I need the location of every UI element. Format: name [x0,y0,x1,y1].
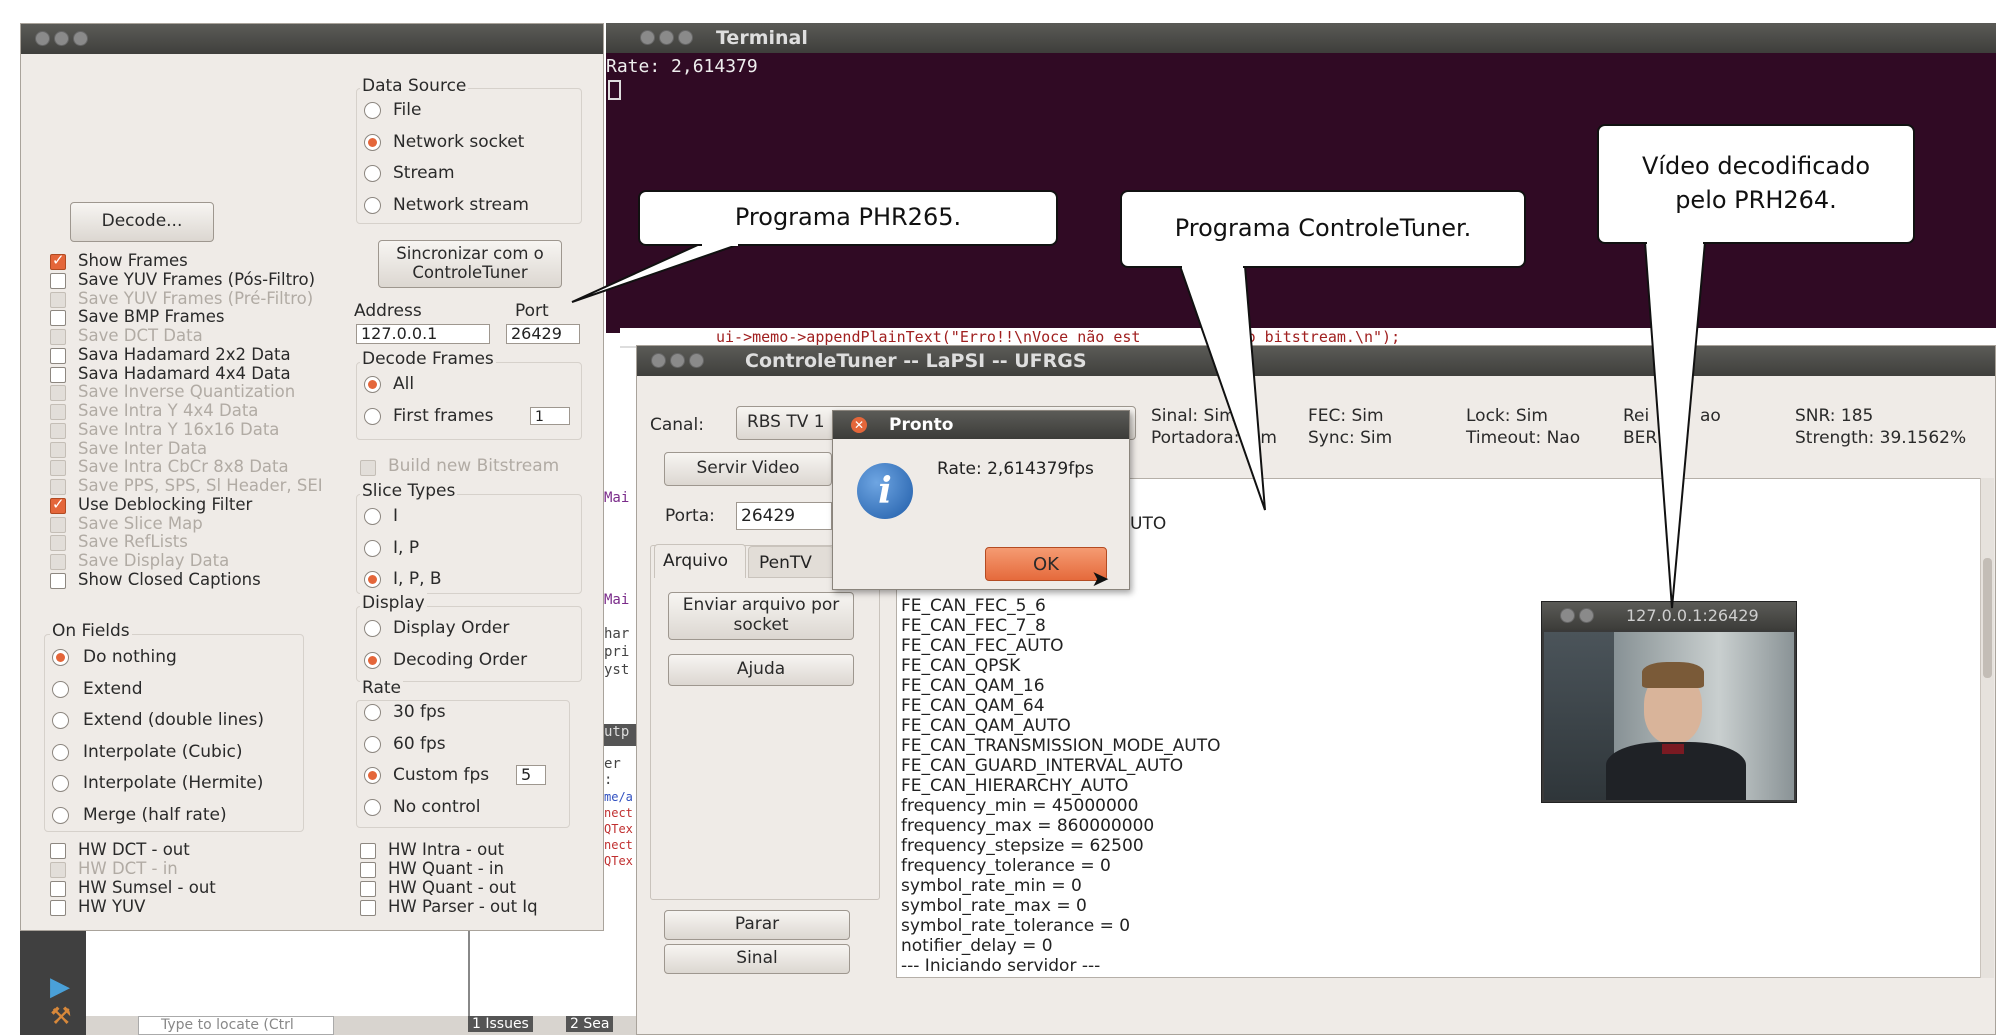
pointer-phr [571,243,741,303]
pointer-joint [1647,238,1703,244]
pointer-video [1643,241,1707,609]
pointer-joint [702,240,738,246]
callout-phr265: Programa PHR265. [638,190,1058,246]
callout-video: Vídeo decodificado pelo PRH264. [1597,124,1915,244]
pointer-joint [1182,262,1243,268]
pointer-ctl [1178,265,1266,511]
callout-controletuner: Programa ControleTuner. [1120,190,1526,268]
